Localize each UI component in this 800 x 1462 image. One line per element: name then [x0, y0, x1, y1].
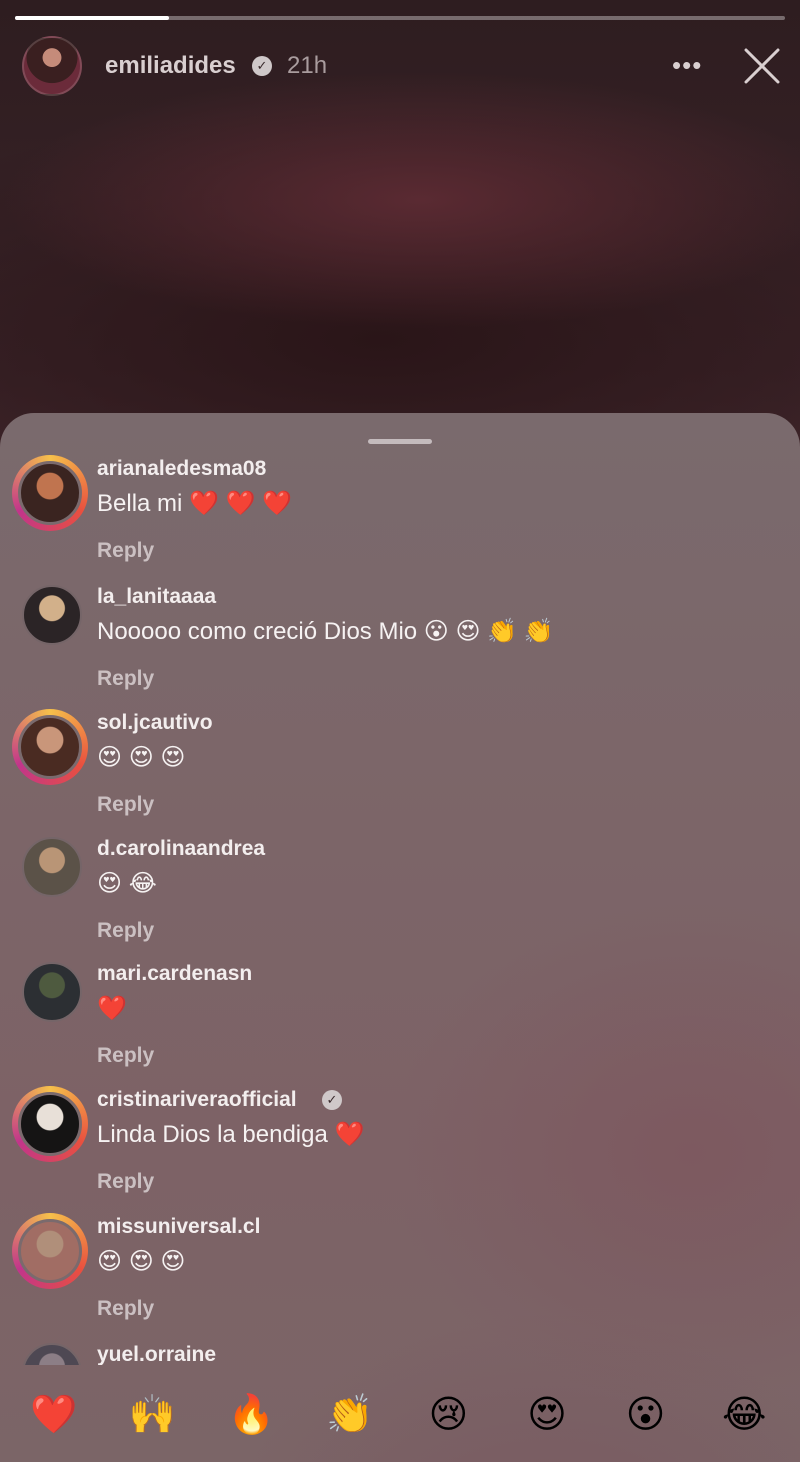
surprised-reaction-button[interactable]: 😮	[616, 1390, 676, 1440]
heart-eyes-reaction-button[interactable]: 😍	[517, 1390, 577, 1440]
reply-button[interactable]: Reply	[97, 1297, 154, 1321]
crying-reaction-button[interactable]: 😢	[418, 1390, 478, 1440]
close-icon[interactable]	[740, 44, 784, 88]
reply-button[interactable]: Reply	[97, 1170, 154, 1194]
commenter-username[interactable]: yuel.orraine	[97, 1343, 216, 1365]
commenter-username[interactable]: d.carolinaandrea	[97, 837, 265, 861]
comment-item: d.carolinaandrea 😍 😂 Reply	[0, 837, 800, 963]
story-author-avatar[interactable]	[22, 36, 82, 96]
comments-list[interactable]: arianaledesma08 Bella mi ❤️ ❤️ ❤️ Reply la_…	[0, 413, 800, 1365]
comment-text: 😍 😍 😍	[97, 744, 186, 771]
clap-reaction-button[interactable]: 👏	[320, 1390, 380, 1440]
comment-text: Nooooo como creció Dios Mio 😮 😍 👏 👏	[97, 618, 554, 645]
commenter-username[interactable]: mari.cardenasn	[97, 962, 252, 986]
fire-reaction-button[interactable]: 🔥	[221, 1390, 281, 1440]
comment-text: ❤️	[97, 995, 127, 1022]
more-horizontal-icon[interactable]: •••	[672, 50, 702, 81]
comment-item: missuniversal.cl 😍 😍 😍 Reply	[0, 1213, 800, 1341]
commenter-avatar[interactable]	[18, 1219, 82, 1283]
commenter-avatar[interactable]	[22, 962, 82, 1022]
reply-button[interactable]: Reply	[97, 1044, 154, 1068]
commenter-avatar[interactable]	[18, 1092, 82, 1156]
story-author-username[interactable]: emiliadides	[105, 52, 236, 80]
verified-badge-icon: ✓	[322, 1090, 342, 1110]
story-timestamp: 21h	[287, 52, 328, 79]
commenter-username[interactable]: cristinariveraofficial	[97, 1088, 297, 1112]
comment-item: la_lanitaaaa Nooooo como creció Dios Mio …	[0, 585, 800, 711]
reply-button[interactable]: Reply	[97, 919, 154, 943]
comment-text: Bella mi ❤️ ❤️ ❤️	[97, 490, 293, 517]
reply-button[interactable]: Reply	[97, 667, 154, 691]
reply-button[interactable]: Reply	[97, 539, 154, 563]
comment-text: Linda Dios la bendiga ❤️	[97, 1121, 365, 1148]
commenter-username[interactable]: missuniversal.cl	[97, 1215, 260, 1239]
verified-badge-icon: ✓	[252, 56, 272, 76]
comment-item: cristinariveraofficial ✓ Linda Dios la ben…	[0, 1086, 800, 1214]
commenter-username[interactable]: la_lanitaaaa	[97, 585, 216, 609]
story-progress-fill	[15, 16, 169, 20]
heart-reaction-button[interactable]: ❤️	[24, 1390, 84, 1440]
story-progress-bar	[15, 16, 785, 20]
reply-button[interactable]: Reply	[97, 793, 154, 817]
comments-sheet: arianaledesma08 Bella mi ❤️ ❤️ ❤️ Reply la_…	[0, 413, 800, 1462]
comment-item: mari.cardenasn ❤️ Reply	[0, 962, 800, 1088]
quick-reaction-bar: ❤️ 🙌 🔥 👏 😢 😍 😮 😂	[0, 1365, 800, 1462]
commenter-avatar[interactable]	[22, 1343, 82, 1365]
raised-hands-reaction-button[interactable]: 🙌	[123, 1390, 183, 1440]
story-header: emiliadides ✓ 21h •••	[22, 36, 782, 96]
comment-text: 😍 😂	[97, 870, 157, 897]
commenter-avatar[interactable]	[22, 585, 82, 645]
comment-item: arianaledesma08 Bella mi ❤️ ❤️ ❤️ Reply	[0, 455, 800, 583]
comment-text: 😍 😍 😍	[97, 1248, 186, 1275]
comment-item: sol.jcautivo 😍 😍 😍 Reply	[0, 709, 800, 837]
commenter-username[interactable]: arianaledesma08	[97, 457, 266, 481]
commenter-avatar[interactable]	[18, 461, 82, 525]
laughing-reaction-button[interactable]: 😂	[714, 1390, 774, 1440]
commenter-avatar[interactable]	[22, 837, 82, 897]
comment-item: yuel.orraine❤️ ❤️	[0, 1343, 800, 1365]
commenter-avatar[interactable]	[18, 715, 82, 779]
commenter-username[interactable]: sol.jcautivo	[97, 711, 213, 735]
